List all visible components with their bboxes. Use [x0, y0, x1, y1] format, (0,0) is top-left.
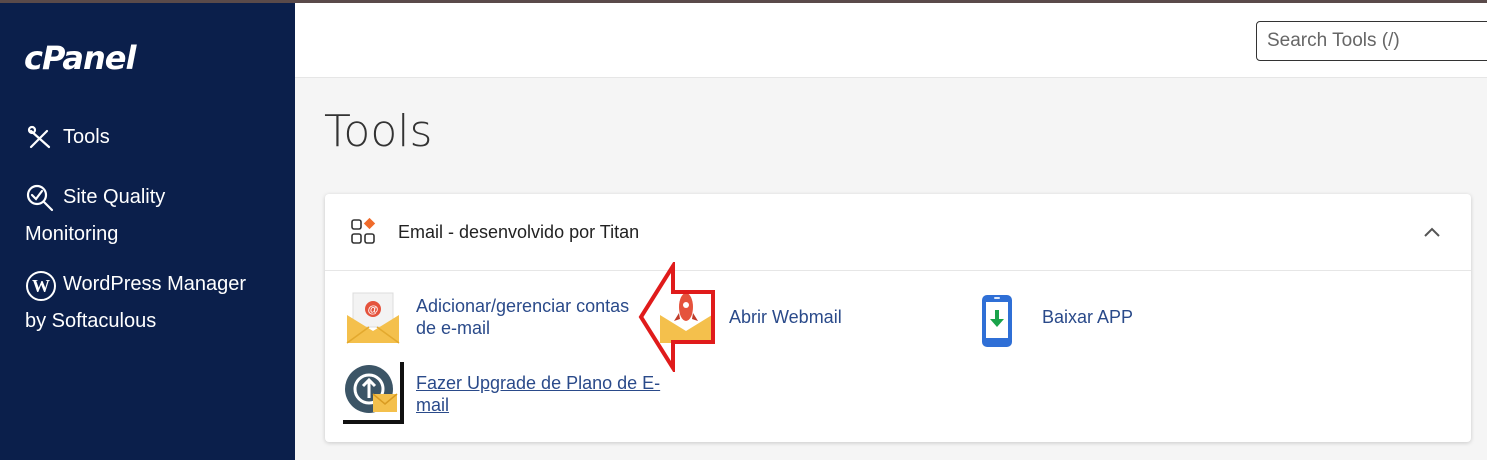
page-title: Tools [324, 106, 433, 157]
magnifier-check-icon [25, 183, 55, 213]
phone-download-icon [980, 293, 1014, 354]
sidebar: cPanel Tools Site Quality Monitoring W W… [0, 3, 295, 460]
sidebar-item-label-line2: by Softaculous [25, 310, 157, 332]
sidebar-item-tools[interactable]: Tools [25, 119, 110, 156]
tools-icon [25, 123, 55, 153]
search-input[interactable] [1256, 21, 1487, 61]
group-header[interactable]: Email - desenvolvido por Titan [325, 194, 1471, 271]
envelope-at-icon: @ [345, 289, 401, 352]
upgrade-envelope-icon [343, 362, 405, 429]
tool-group-panel: Email - desenvolvido por Titan @ Adicion… [325, 194, 1471, 442]
wordpress-icon: W [25, 270, 56, 301]
svg-text:@: @ [368, 304, 379, 316]
sidebar-item-label: WordPress Manager [63, 273, 247, 295]
tool-item-email-accounts[interactable]: @ Adicionar/gerenciar contas de e-mail [345, 289, 645, 349]
tool-label: Abrir Webmail [729, 307, 842, 327]
chevron-up-icon[interactable] [1421, 222, 1443, 244]
sidebar-item-label: Tools [63, 126, 110, 148]
svg-text:W: W [32, 276, 50, 296]
apps-grid-icon [349, 217, 379, 247]
annotation-arrow [637, 259, 717, 375]
group-title: Email - desenvolvido por Titan [398, 222, 640, 242]
cpanel-logo[interactable]: cPanel [24, 39, 136, 77]
tool-label-line1: Adicionar/gerenciar contas [416, 296, 630, 316]
sidebar-item-wordpress[interactable]: W WordPress Manager by Softaculous [25, 266, 246, 340]
tool-item-upgrade-plan[interactable]: Fazer Upgrade de Plano de E- mail [343, 362, 663, 426]
sidebar-item-label: Site Quality [63, 186, 166, 208]
tool-label: Baixar APP [1042, 307, 1134, 327]
tool-item-download-app[interactable]: Baixar APP [970, 289, 1210, 349]
top-bar [295, 3, 1487, 78]
sidebar-item-label-line2: Monitoring [25, 223, 119, 245]
tool-label-line2: mail [416, 395, 450, 415]
sidebar-item-site-quality[interactable]: Site Quality Monitoring [25, 179, 165, 253]
tool-label-line1: Fazer Upgrade de Plano de E- [416, 373, 661, 393]
tool-label-line2: de e-mail [416, 318, 491, 338]
